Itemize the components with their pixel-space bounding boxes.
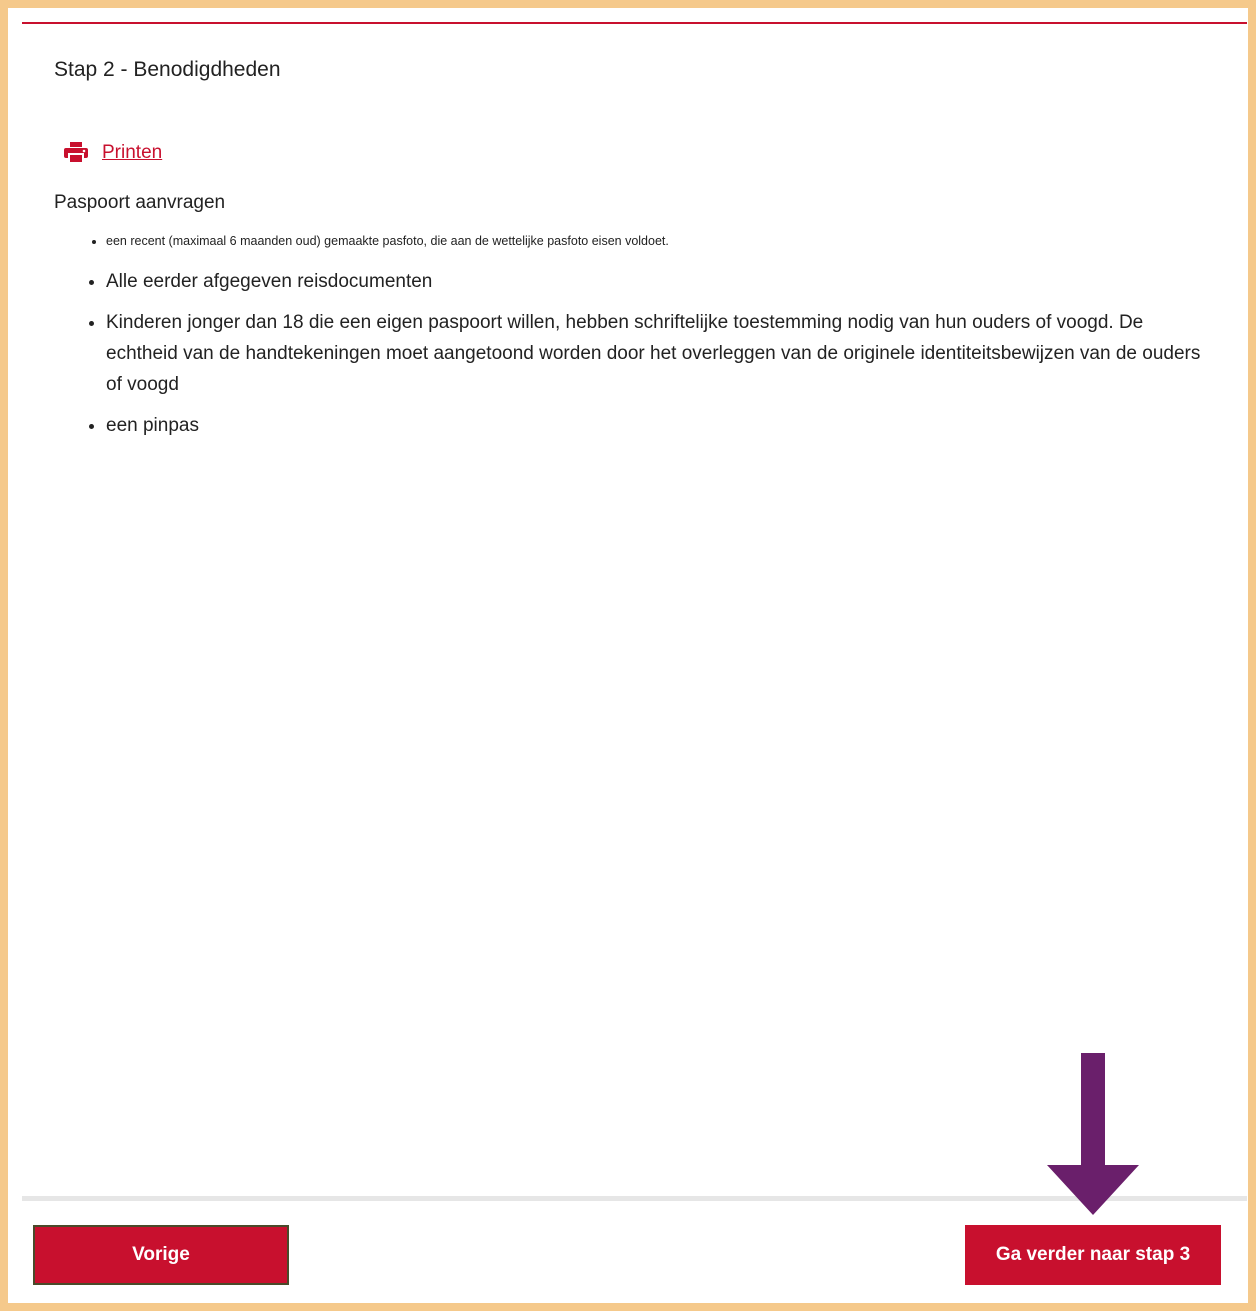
list-item: een pinpas [106, 410, 1216, 441]
requirements-list: een recent (maximaal 6 maanden oud) gema… [104, 232, 1216, 451]
list-item: Alle eerder afgegeven reisdocumenten [106, 266, 1216, 297]
printer-icon [64, 142, 88, 164]
down-arrow-icon [1047, 1053, 1139, 1215]
next-step-button[interactable]: Ga verder naar stap 3 [965, 1225, 1221, 1285]
page-frame: Stap 2 - Benodigdheden Printen Paspoort … [8, 8, 1248, 1303]
print-link-label: Printen [102, 142, 163, 163]
section-heading: Paspoort aanvragen [54, 192, 226, 213]
step-panel: Stap 2 - Benodigdheden Printen Paspoort … [22, 22, 1247, 1200]
step-title: Stap 2 - Benodigdheden [54, 58, 281, 81]
list-item: Kinderen jonger dan 18 die een eigen pas… [106, 307, 1216, 400]
previous-button[interactable]: Vorige [33, 1225, 289, 1285]
list-item: een recent (maximaal 6 maanden oud) gema… [106, 232, 1216, 250]
print-link[interactable]: Printen [64, 142, 162, 164]
